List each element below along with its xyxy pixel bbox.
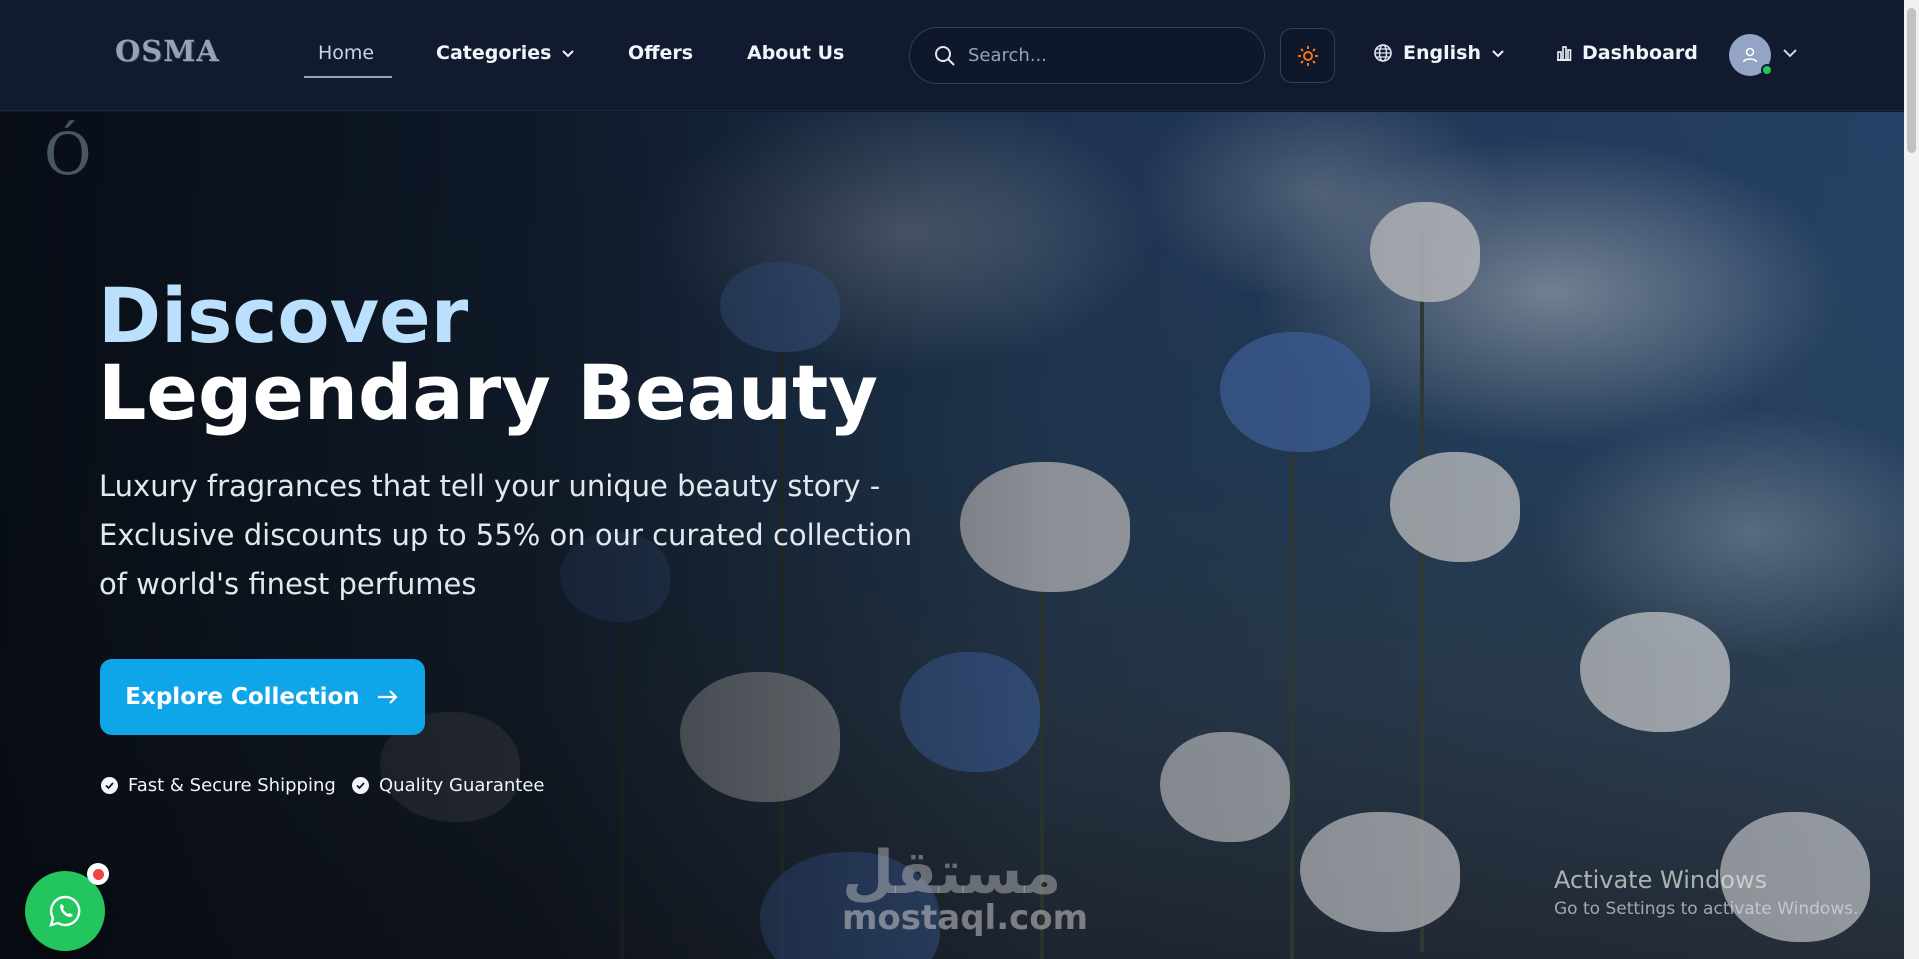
- theme-toggle-button[interactable]: [1280, 28, 1335, 83]
- feature-label: Fast & Secure Shipping: [128, 775, 336, 796]
- feature-label: Quality Guarantee: [379, 775, 545, 796]
- nav-categories-label: Categories: [436, 42, 552, 64]
- notification-badge: [87, 863, 109, 885]
- brand-monogram: Ó: [44, 120, 92, 188]
- watermark-site: mostaql.com: [842, 898, 1089, 938]
- nav-about-us[interactable]: About Us: [747, 42, 844, 64]
- nav-offers[interactable]: Offers: [628, 42, 693, 64]
- bar-chart-icon: [1557, 46, 1572, 61]
- chevron-down-icon[interactable]: [1782, 45, 1798, 61]
- chevron-down-icon: [562, 50, 575, 58]
- hero-title: Legendary Beauty: [98, 348, 878, 437]
- nav-home[interactable]: Home: [318, 42, 374, 64]
- cta-label: Explore Collection: [125, 684, 360, 710]
- search-icon: [935, 45, 955, 66]
- nav-offers-label: Offers: [628, 42, 694, 64]
- user-icon: [1742, 47, 1758, 63]
- language-label: English: [1403, 42, 1481, 64]
- brand-logo[interactable]: OSMA: [115, 34, 220, 68]
- arrow-right-icon: [377, 690, 398, 704]
- hero-subtitle: Luxury fragrances that tell your unique …: [99, 469, 913, 601]
- hero-title-accent: Discover: [98, 271, 469, 360]
- activate-windows-title: Activate Windows: [1554, 866, 1768, 894]
- feature-quality: Quality Guarantee: [352, 775, 544, 796]
- feature-shipping: Fast & Secure Shipping: [101, 775, 336, 796]
- online-status-dot: [1761, 64, 1773, 76]
- search-placeholder: Search...: [968, 45, 1048, 66]
- scrollbar-thumb[interactable]: [1907, 8, 1916, 153]
- language-selector[interactable]: English: [1373, 42, 1505, 64]
- chevron-down-icon: [1492, 50, 1504, 58]
- nav-about-label: About Us: [747, 42, 845, 64]
- nav-categories[interactable]: Categories: [436, 42, 575, 64]
- sun-icon: [1297, 45, 1318, 66]
- active-nav-indicator: [304, 76, 392, 78]
- check-circle-icon: [101, 777, 118, 794]
- top-navbar: OSMA Home Categories Offers About Us Sea…: [0, 0, 1904, 111]
- activate-windows-subtitle: Go to Settings to activate Windows.: [1554, 899, 1859, 919]
- dashboard-label: Dashboard: [1582, 42, 1698, 64]
- globe-icon: [1374, 44, 1392, 62]
- user-avatar[interactable]: [1729, 34, 1773, 76]
- search-input[interactable]: Search...: [909, 27, 1265, 84]
- nav-home-label: Home: [318, 42, 375, 64]
- check-circle-icon: [352, 777, 369, 794]
- whatsapp-icon: [49, 895, 81, 927]
- dashboard-link[interactable]: Dashboard: [1555, 42, 1698, 64]
- explore-collection-button[interactable]: Explore Collection: [100, 659, 425, 735]
